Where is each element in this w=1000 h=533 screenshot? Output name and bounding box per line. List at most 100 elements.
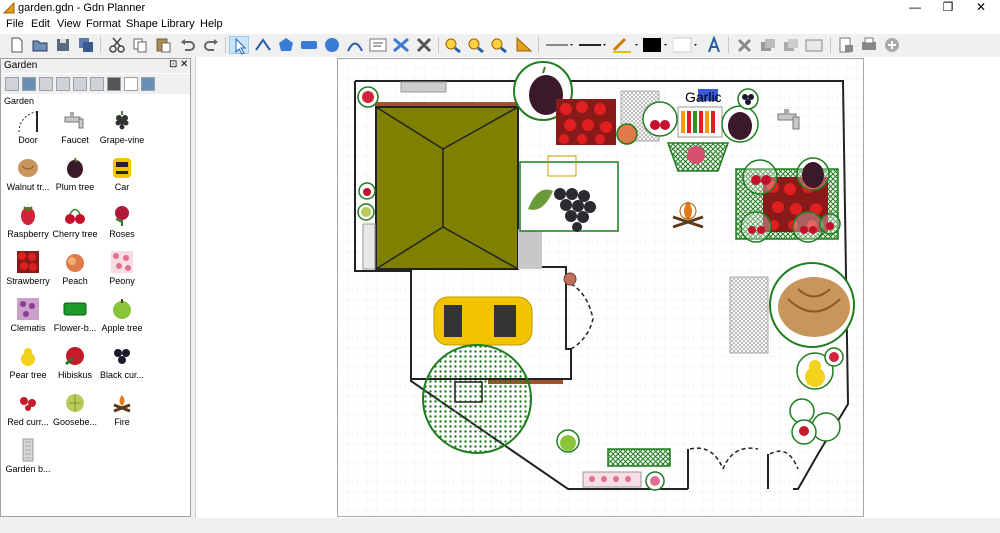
panel-new-icon[interactable]: [5, 77, 19, 91]
connector-tool-icon[interactable]: [391, 36, 411, 54]
panel-copy-icon[interactable]: [90, 77, 104, 91]
flower-bed[interactable]: [607, 448, 671, 467]
library-item-peony[interactable]: Peony: [98, 248, 146, 294]
house-window: [400, 81, 447, 93]
library-item-raspberry[interactable]: Raspberry: [4, 201, 52, 247]
panel-properties-icon[interactable]: [141, 77, 155, 91]
menu-shape[interactable]: Shape: [126, 18, 158, 30]
panel-toolbar: [1, 74, 190, 94]
ellipse-tool-icon[interactable]: [322, 36, 342, 54]
hedge-circle[interactable]: [422, 344, 532, 454]
line-color-dropdown[interactable]: [611, 36, 641, 54]
garden-bench[interactable]: [362, 223, 376, 270]
ungroup-icon[interactable]: [781, 36, 801, 54]
select-pointer-icon[interactable]: [229, 36, 249, 55]
menu-edit[interactable]: Edit: [31, 18, 50, 30]
line-style-dropdown[interactable]: [545, 36, 575, 54]
panel-pin-button[interactable]: ⊡: [169, 59, 177, 70]
library-item-walnut[interactable]: Walnut tr...: [4, 154, 52, 200]
library-item-black-currant[interactable]: Black cur...: [98, 342, 146, 388]
library-item-gooseberry[interactable]: Goosebe...: [51, 389, 99, 435]
ruler-icon[interactable]: [514, 36, 534, 54]
tools-icon[interactable]: [735, 36, 755, 54]
library-item-cherry-tree[interactable]: Cherry tree: [51, 201, 99, 247]
cherry-tree[interactable]: [740, 211, 772, 243]
gooseberry-bush[interactable]: [789, 398, 815, 424]
text-tool-icon[interactable]: [368, 36, 388, 54]
close-button[interactable]: ✕: [964, 0, 998, 17]
library-item-pear-tree[interactable]: Pear tree: [4, 342, 52, 388]
strawberry-icon: [17, 251, 39, 273]
menu-file[interactable]: File: [6, 18, 24, 30]
panel-save-icon[interactable]: [22, 77, 36, 91]
library-item-roses[interactable]: Roses: [98, 201, 146, 247]
library-item-garden-bench[interactable]: Garden b...: [4, 436, 52, 482]
raspberry-icon: [21, 206, 35, 225]
library-item-peach[interactable]: Peach: [51, 248, 99, 294]
font-icon[interactable]: [704, 35, 724, 54]
menu-library[interactable]: Library: [161, 18, 195, 30]
panel-page-icon[interactable]: [124, 77, 138, 91]
copy-icon[interactable]: [130, 36, 150, 54]
add-icon[interactable]: [882, 36, 902, 54]
peach-tree[interactable]: [616, 123, 638, 145]
library-item-red-currant[interactable]: Red curr...: [4, 389, 52, 435]
undo-icon[interactable]: [178, 36, 198, 54]
library-item-clematis[interactable]: Clematis: [4, 295, 52, 341]
window-title: garden.gdn - Gdn Planner: [18, 2, 146, 14]
library-item-door[interactable]: Door: [4, 107, 52, 153]
pear-icon: [21, 348, 35, 366]
library-item-fire[interactable]: Fire: [98, 389, 146, 435]
rectangle-tool-icon[interactable]: [299, 36, 319, 54]
delete-shape-icon[interactable]: [414, 36, 434, 54]
library-item-car[interactable]: Car: [98, 154, 146, 200]
arc-tool-icon[interactable]: [345, 36, 365, 54]
library-item-hibiskus[interactable]: Hibiskus: [51, 342, 99, 388]
line-width-dropdown[interactable]: [578, 36, 608, 54]
library-item-apple-tree[interactable]: Apple tree: [98, 295, 146, 341]
drawing-canvas[interactable]: Garlic: [337, 58, 864, 517]
fill-color-dropdown[interactable]: [643, 36, 671, 54]
library-item-flower-bed[interactable]: Flower-b...: [51, 295, 99, 341]
zoom-fit-icon[interactable]: [489, 36, 509, 54]
cherry-tree[interactable]: [792, 211, 824, 243]
menu-format[interactable]: Format: [86, 18, 121, 30]
drawing-workspace[interactable]: Garlic: [195, 57, 1000, 518]
zoom-out-icon[interactable]: [466, 36, 486, 54]
library-item-faucet[interactable]: Faucet: [51, 107, 99, 153]
library-item-strawberry[interactable]: Strawberry: [4, 248, 52, 294]
panel-undo-icon[interactable]: [39, 77, 53, 91]
garden-plan[interactable]: Garlic: [338, 59, 863, 516]
redo-icon[interactable]: [201, 36, 221, 54]
menu-view[interactable]: View: [57, 18, 81, 30]
new-file-icon[interactable]: [7, 36, 27, 54]
cut-icon[interactable]: [107, 36, 127, 54]
menu-help[interactable]: Help: [200, 18, 223, 30]
bring-front-icon[interactable]: [804, 36, 824, 54]
library-item-grape-vine[interactable]: Grape-vine: [98, 107, 146, 153]
print-icon[interactable]: [859, 36, 879, 54]
maximize-button[interactable]: ❐: [931, 0, 965, 17]
panel-delete-icon[interactable]: [107, 77, 121, 91]
background-color-dropdown[interactable]: [672, 36, 701, 54]
panel-close-button[interactable]: ✕: [180, 59, 188, 70]
peach-tree-small[interactable]: [563, 272, 577, 286]
panel-redo-icon[interactable]: [56, 77, 70, 91]
zoom-in-icon[interactable]: [443, 36, 463, 54]
car[interactable]: [433, 296, 533, 346]
open-folder-icon[interactable]: [30, 36, 50, 54]
house-roof[interactable]: [375, 106, 519, 270]
minimize-button[interactable]: —: [898, 0, 932, 17]
gooseberry-bush[interactable]: [811, 412, 841, 442]
save-all-icon[interactable]: [76, 36, 96, 54]
page-setup-icon[interactable]: [836, 36, 856, 54]
panel-cut-icon[interactable]: [73, 77, 87, 91]
save-icon[interactable]: [53, 36, 73, 54]
cherry-tree[interactable]: [642, 101, 678, 137]
walnut-icon: [18, 159, 38, 177]
paste-icon[interactable]: [153, 36, 173, 54]
group-icon[interactable]: [758, 36, 778, 54]
line-tool-icon[interactable]: [253, 36, 273, 54]
polygon-tool-icon[interactable]: [276, 36, 296, 54]
library-item-plum-tree[interactable]: Plum tree: [51, 154, 99, 200]
